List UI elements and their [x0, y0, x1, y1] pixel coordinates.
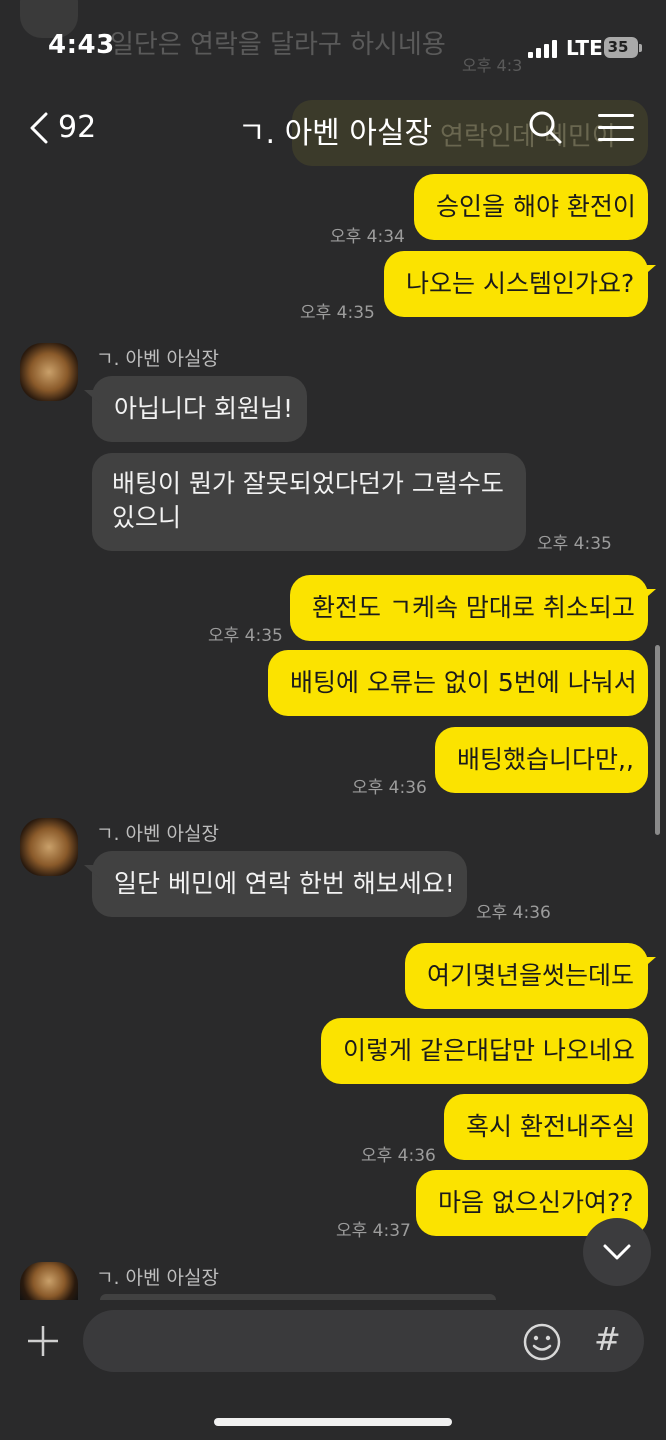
menu-icon[interactable]	[598, 114, 634, 142]
message-timestamp: 오후 4:36	[361, 1146, 436, 1166]
message-text: 마음 없으신가여??	[438, 1188, 634, 1217]
hash-icon[interactable]: #	[594, 1320, 621, 1358]
battery-level: 35	[607, 38, 629, 56]
message-text: 배팅이 뭔가 잘못되었다던가 그럴수도 있으니	[112, 469, 504, 532]
search-icon[interactable]	[528, 110, 562, 144]
back-count[interactable]: 92	[58, 110, 96, 145]
message-text: 일단 베민에 연락 한번 해보세요!	[114, 869, 455, 898]
my-message-bubble[interactable]: 나오는 시스템인가요?	[384, 251, 656, 317]
avatar[interactable]	[20, 1262, 78, 1300]
chevron-down-icon	[603, 1244, 631, 1260]
message-text: 여기몇년을썻는데도	[427, 961, 635, 990]
chevron-left-icon[interactable]	[28, 112, 50, 144]
message-text: 혹시 환전내주실	[466, 1112, 635, 1141]
chat-title[interactable]: ㄱ. 아벤 아실장	[180, 108, 490, 152]
battery-cap	[639, 44, 642, 52]
sender-name: ㄱ. 아벤 아실장	[96, 348, 219, 370]
scroll-down-button[interactable]	[583, 1218, 651, 1286]
message-text: 이렇게 같은대답만 나오네요	[343, 1036, 635, 1065]
my-message-bubble[interactable]: 혹시 환전내주실	[444, 1094, 648, 1160]
my-message-bubble[interactable]: 이렇게 같은대답만 나오네요	[321, 1018, 648, 1084]
battery-icon: 35	[604, 37, 638, 58]
ghost-message: 일단은 연락을 달라구 하시네용	[110, 30, 446, 60]
status-time: 4:43	[48, 30, 115, 60]
message-text: 배팅했습니다만,,	[457, 745, 634, 774]
message-timestamp: 오후 4:35	[208, 626, 283, 646]
my-message-bubble[interactable]: 배팅에 오류는 없이 5번에 나눠서	[268, 650, 648, 716]
message-text: 배팅에 오류는 없이 5번에 나눠서	[290, 668, 637, 697]
message-text: 환전도 ㄱ케속 맘대로 취소되고	[312, 593, 635, 622]
avatar[interactable]	[20, 818, 78, 876]
network-label: LTE	[566, 36, 603, 60]
avatar[interactable]	[20, 343, 78, 401]
plus-icon[interactable]	[26, 1324, 60, 1358]
their-message-bubble[interactable]: 일단 베민에 연락 한번 해보세요!	[84, 851, 467, 917]
my-message-bubble[interactable]: 환전도 ㄱ케속 맘대로 취소되고	[290, 575, 656, 641]
home-indicator	[214, 1418, 452, 1426]
sender-name: ㄱ. 아벤 아실장	[96, 823, 219, 845]
message-text: 아닙니다 회원님!	[114, 394, 293, 423]
my-message-bubble[interactable]: 여기몇년을썻는데도	[405, 943, 656, 1009]
message-timestamp: 오후 4:36	[476, 903, 551, 923]
signal-icon	[528, 40, 558, 58]
message-text: 나오는 시스템인가요?	[406, 269, 635, 298]
message-timestamp: 오후 4:37	[336, 1221, 411, 1241]
their-message-bubble[interactable]: 배팅이 뭔가 잘못되었다던가 그럴수도 있으니	[92, 453, 526, 551]
sender-name: ㄱ. 아벤 아실장	[96, 1267, 219, 1289]
scrollbar[interactable]	[655, 645, 660, 835]
my-message-bubble[interactable]: 배팅했습니다만,,	[435, 727, 648, 793]
message-timestamp: 오후 4:34	[330, 227, 405, 247]
message-text: 승인을 해야 환전이	[436, 192, 636, 221]
ghost-timestamp: 오후 4:3	[462, 56, 523, 75]
their-message-bubble[interactable]: 아닙니다 회원님!	[84, 376, 307, 442]
message-timestamp: 오후 4:36	[352, 778, 427, 798]
my-message-bubble[interactable]: 승인을 해야 환전이	[414, 174, 648, 240]
emoji-icon[interactable]	[522, 1322, 562, 1362]
message-timestamp: 오후 4:35	[300, 303, 375, 323]
message-timestamp: 오후 4:35	[537, 534, 612, 554]
